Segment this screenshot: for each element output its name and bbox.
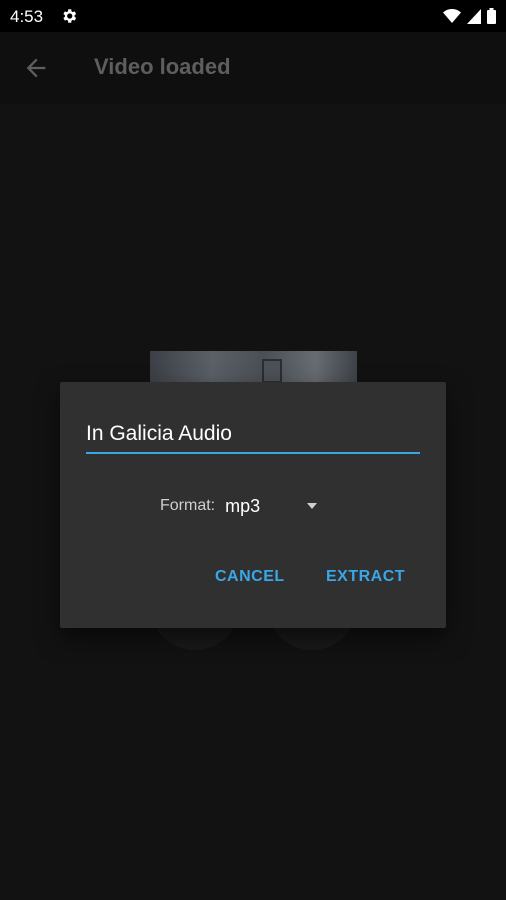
- signal-icon: [467, 9, 481, 24]
- format-select[interactable]: mp3: [225, 496, 325, 517]
- status-time: 4:53: [10, 7, 44, 26]
- dropdown-arrow-icon: [307, 503, 318, 509]
- status-bar: 4:53: [0, 0, 506, 32]
- settings-gear-icon: [63, 9, 77, 23]
- back-arrow-icon[interactable]: [22, 54, 50, 82]
- screen: 4:53 Video loaded In Galicia Audio Forma…: [0, 0, 506, 900]
- status-icons: [443, 8, 496, 24]
- app-bar-title: Video loaded: [94, 54, 231, 79]
- extract-audio-dialog: Format: mp3 CANCEL EXTRACT: [60, 382, 446, 628]
- format-value: mp3: [225, 495, 261, 516]
- audio-name-input[interactable]: [86, 416, 420, 454]
- battery-icon: [487, 8, 496, 24]
- format-label: Format:: [160, 497, 216, 514]
- app-bar: Video loaded: [0, 32, 506, 104]
- video-thumbnail: [150, 351, 357, 383]
- cancel-button[interactable]: CANCEL: [215, 568, 285, 586]
- wifi-icon: [443, 9, 461, 23]
- format-row: Format: mp3: [160, 494, 325, 518]
- thumbnail-window-detail: [262, 359, 282, 383]
- extract-button[interactable]: EXTRACT: [326, 568, 405, 586]
